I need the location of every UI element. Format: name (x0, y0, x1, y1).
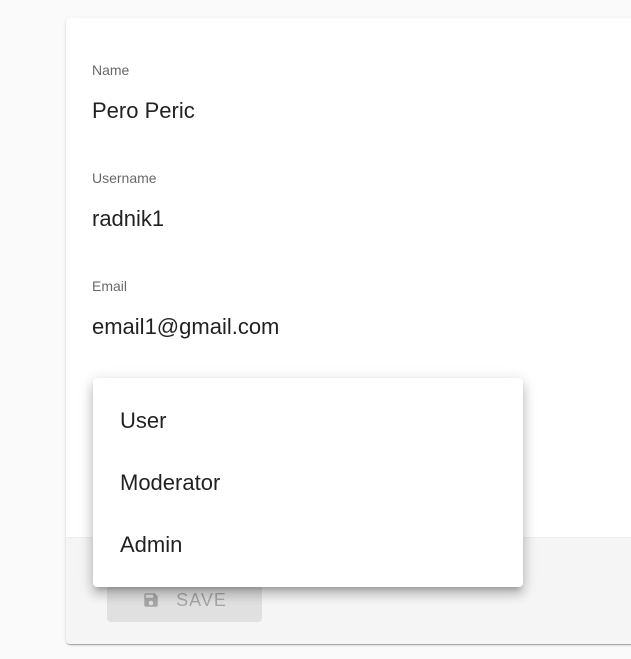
menu-item-admin[interactable]: Admin (93, 514, 523, 576)
page: Name Pero Peric Username radnik1 Email e… (0, 0, 631, 659)
email-label: Email (92, 278, 128, 294)
name-value: Pero Peric (92, 98, 195, 123)
email-value: email1@gmail.com (92, 314, 280, 339)
role-dropdown-menu: User Moderator Admin (93, 378, 523, 587)
username-label: Username (92, 170, 157, 186)
save-button-label: SAVE (176, 589, 227, 610)
menu-item-user[interactable]: User (93, 390, 523, 452)
save-icon (142, 591, 160, 609)
username-field: Username radnik1 (92, 170, 164, 232)
username-value: radnik1 (92, 206, 165, 231)
name-field: Name Pero Peric (92, 62, 195, 124)
name-label: Name (92, 62, 130, 78)
email-field: Email email1@gmail.com (92, 278, 279, 340)
menu-item-moderator[interactable]: Moderator (93, 452, 523, 514)
